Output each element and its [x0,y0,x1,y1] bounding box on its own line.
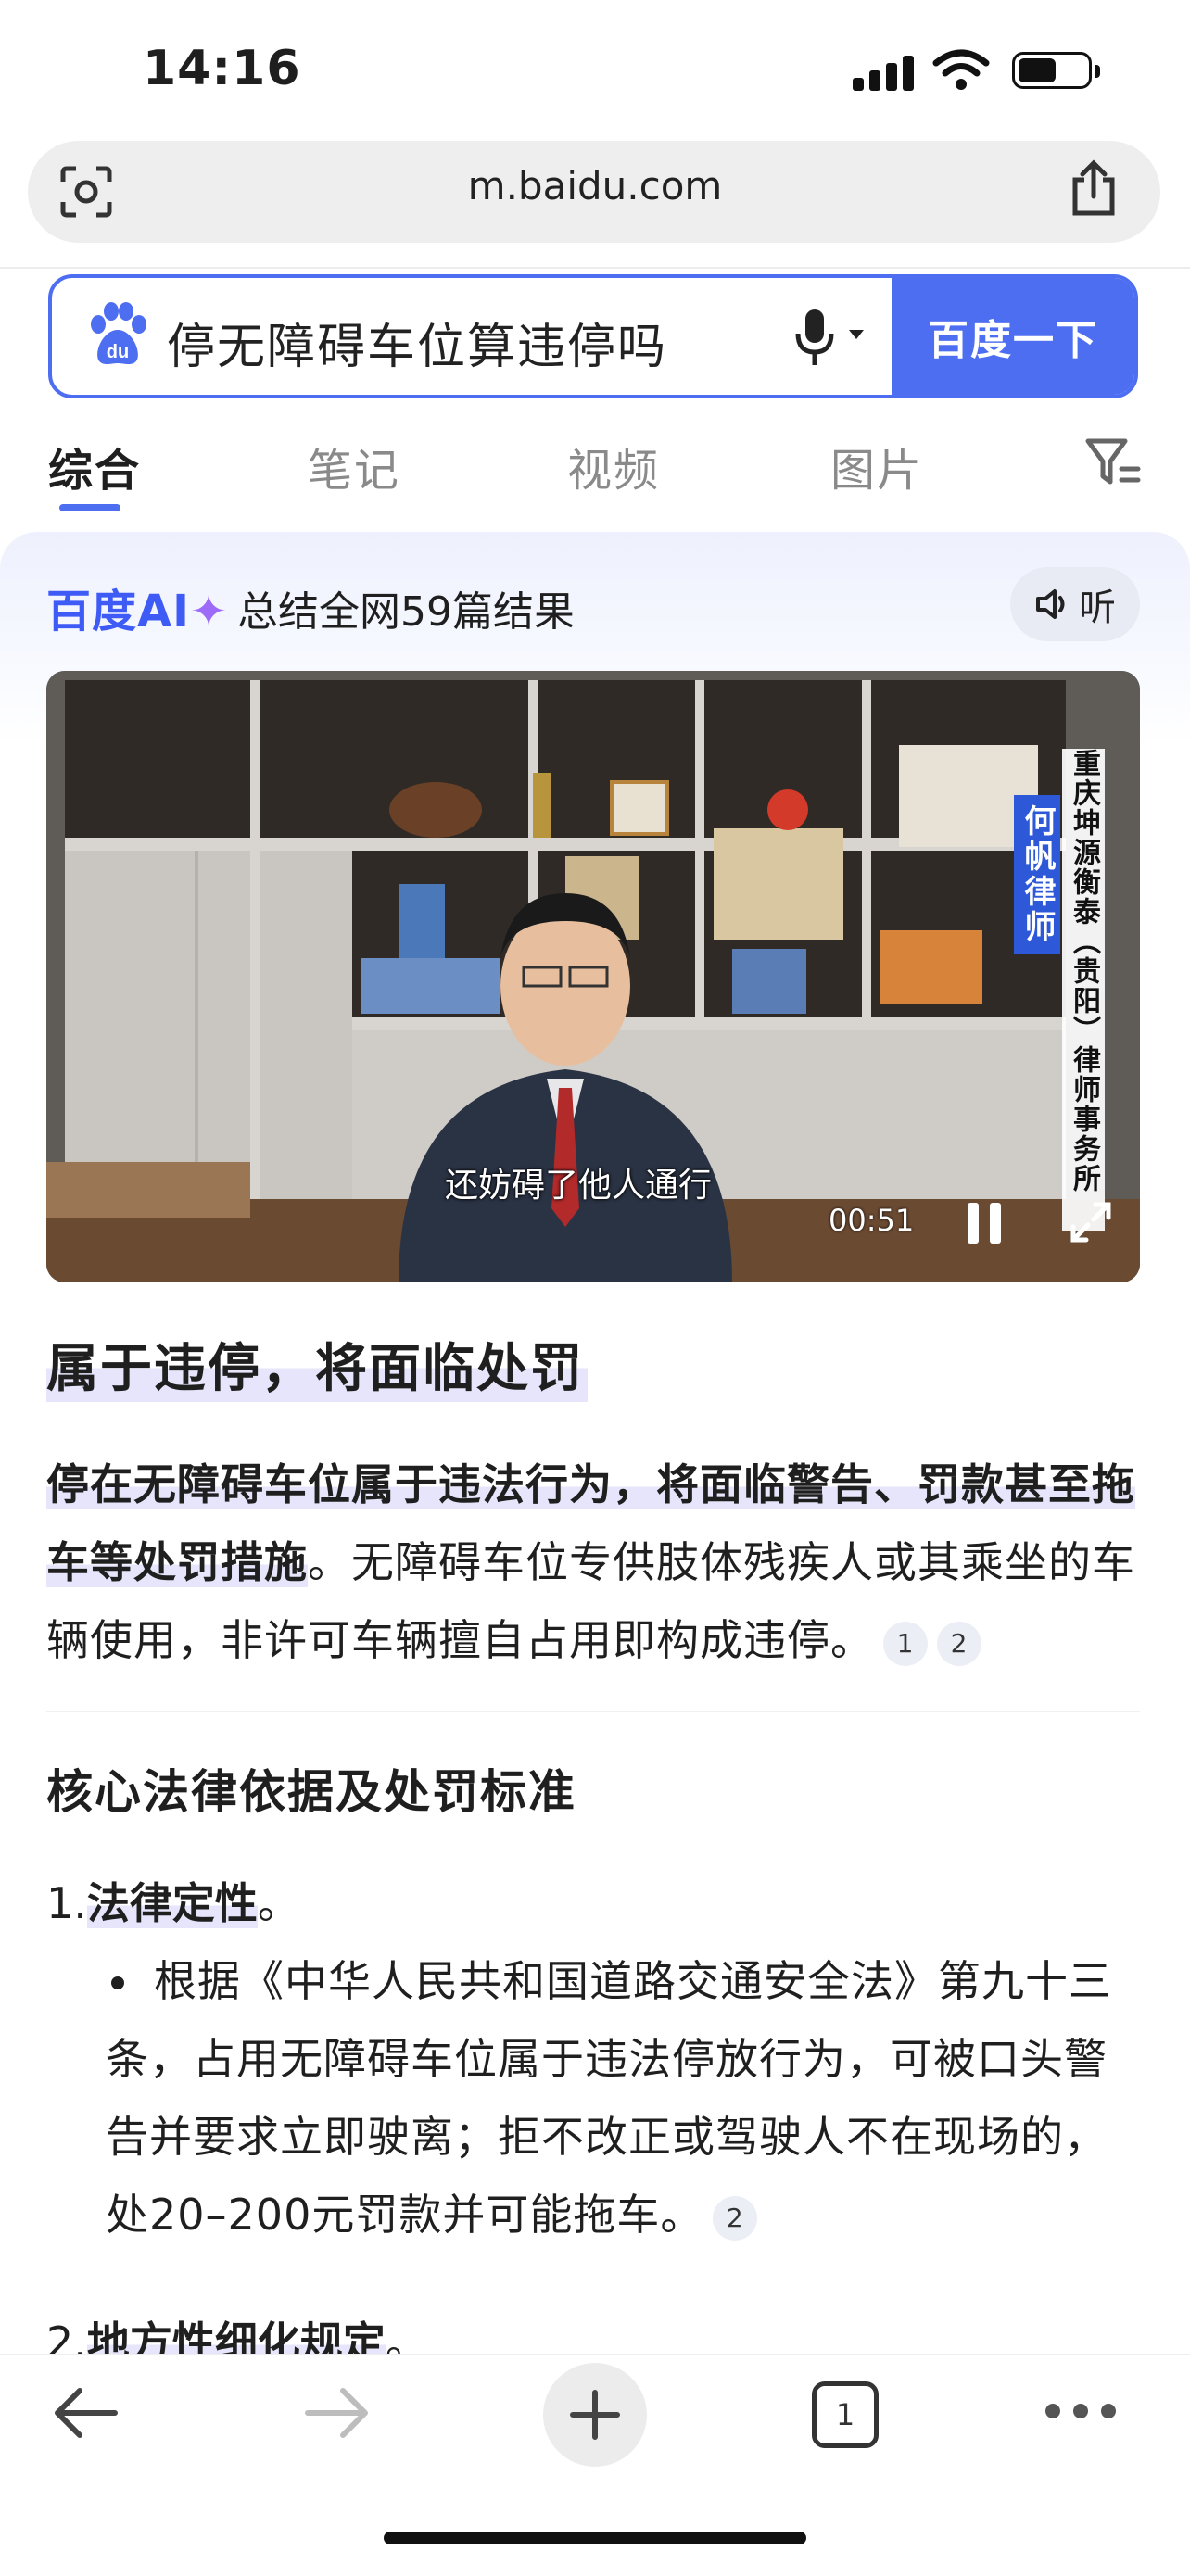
speaker-icon [1036,589,1065,619]
cellular-signal-icon [853,54,919,91]
video-subtitle: 还妨碍了他人通行 [445,1167,713,1205]
answer-paragraph: 停在无障碍车位属于违法行为，将面临警告、罚款甚至拖车等处罚措施。无障碍车位专供肢… [46,1446,1149,1679]
url-text[interactable]: m.baidu.com [0,163,1190,208]
citation-badge[interactable]: 2 [937,1621,981,1666]
wifi-icon [932,49,990,90]
citation-badge[interactable]: 1 [883,1621,928,1666]
divider [46,1711,1140,1712]
search-input[interactable]: 停无障碍车位算违停吗 [167,308,667,377]
fullscreen-icon[interactable] [1068,1199,1114,1245]
list-item-end: 。 [257,1878,300,1928]
tab-all[interactable]: 综合 [48,434,141,499]
filter-icon[interactable] [1084,436,1142,487]
tab-switcher-button[interactable]: 1 [812,2381,879,2448]
tab-notes[interactable]: 笔记 [308,434,400,499]
citation-badge[interactable]: 2 [713,2195,758,2241]
microphone-icon[interactable] [793,308,836,369]
pause-icon[interactable] [964,1201,1005,1245]
ai-summary-text: 总结全网59篇结果 [237,588,575,636]
search-box[interactable]: du 停无障碍车位算违停吗 百度一下 [48,274,1138,398]
chevron-down-icon[interactable] [849,330,864,339]
tab-images[interactable]: 图片 [830,434,923,499]
status-time: 14:16 [143,41,301,96]
video-player[interactable]: 何帆律师 重庆坤源衡泰（贵阳）律师事务所 还妨碍了他人通行 00:51 [46,671,1140,1282]
video-time: 00:51 [829,1203,915,1238]
section-title: 核心法律依据及处罚标准 [46,1765,576,1819]
svg-text:du: du [107,342,129,362]
divider [0,267,1190,269]
answer-headline: 属于违停，将面临处罚 [46,1327,588,1402]
lawyer-name-banner: 何帆律师 [1014,795,1060,954]
list-item-label: 法律定性 [86,1878,258,1928]
share-icon[interactable] [1068,159,1120,219]
baidu-ai-logo: 百度AI✦ [46,586,229,638]
active-tab-indicator [59,504,120,511]
list-number: 1. [46,1878,87,1928]
home-indicator[interactable] [384,2532,806,2544]
search-button[interactable]: 百度一下 [892,278,1134,395]
law-firm-banner: 重庆坤源衡泰（贵阳）律师事务所 [1062,749,1105,1231]
baidu-paw-logo-icon: du [91,302,146,364]
tab-video[interactable]: 视频 [567,434,660,499]
bullet-text: 根据《中华人民共和国道路交通安全法》第九十三条，占用无障碍车位属于违法停放行为，… [106,1942,1144,2254]
forward-arrow-icon[interactable] [302,2383,373,2443]
new-tab-button[interactable] [543,2363,647,2467]
bullet-content: 根据《中华人民共和国道路交通安全法》第九十三条，占用无障碍车位属于违法停放行为，… [106,1956,1112,2240]
list-item: 1.法律定性。 [46,1870,300,1931]
back-arrow-icon[interactable] [50,2383,120,2443]
more-icon[interactable] [1045,2404,1116,2418]
listen-label: 听 [1079,587,1116,629]
battery-icon [1012,52,1100,89]
listen-button[interactable]: 听 [1010,567,1140,641]
plus-icon [570,2390,620,2440]
